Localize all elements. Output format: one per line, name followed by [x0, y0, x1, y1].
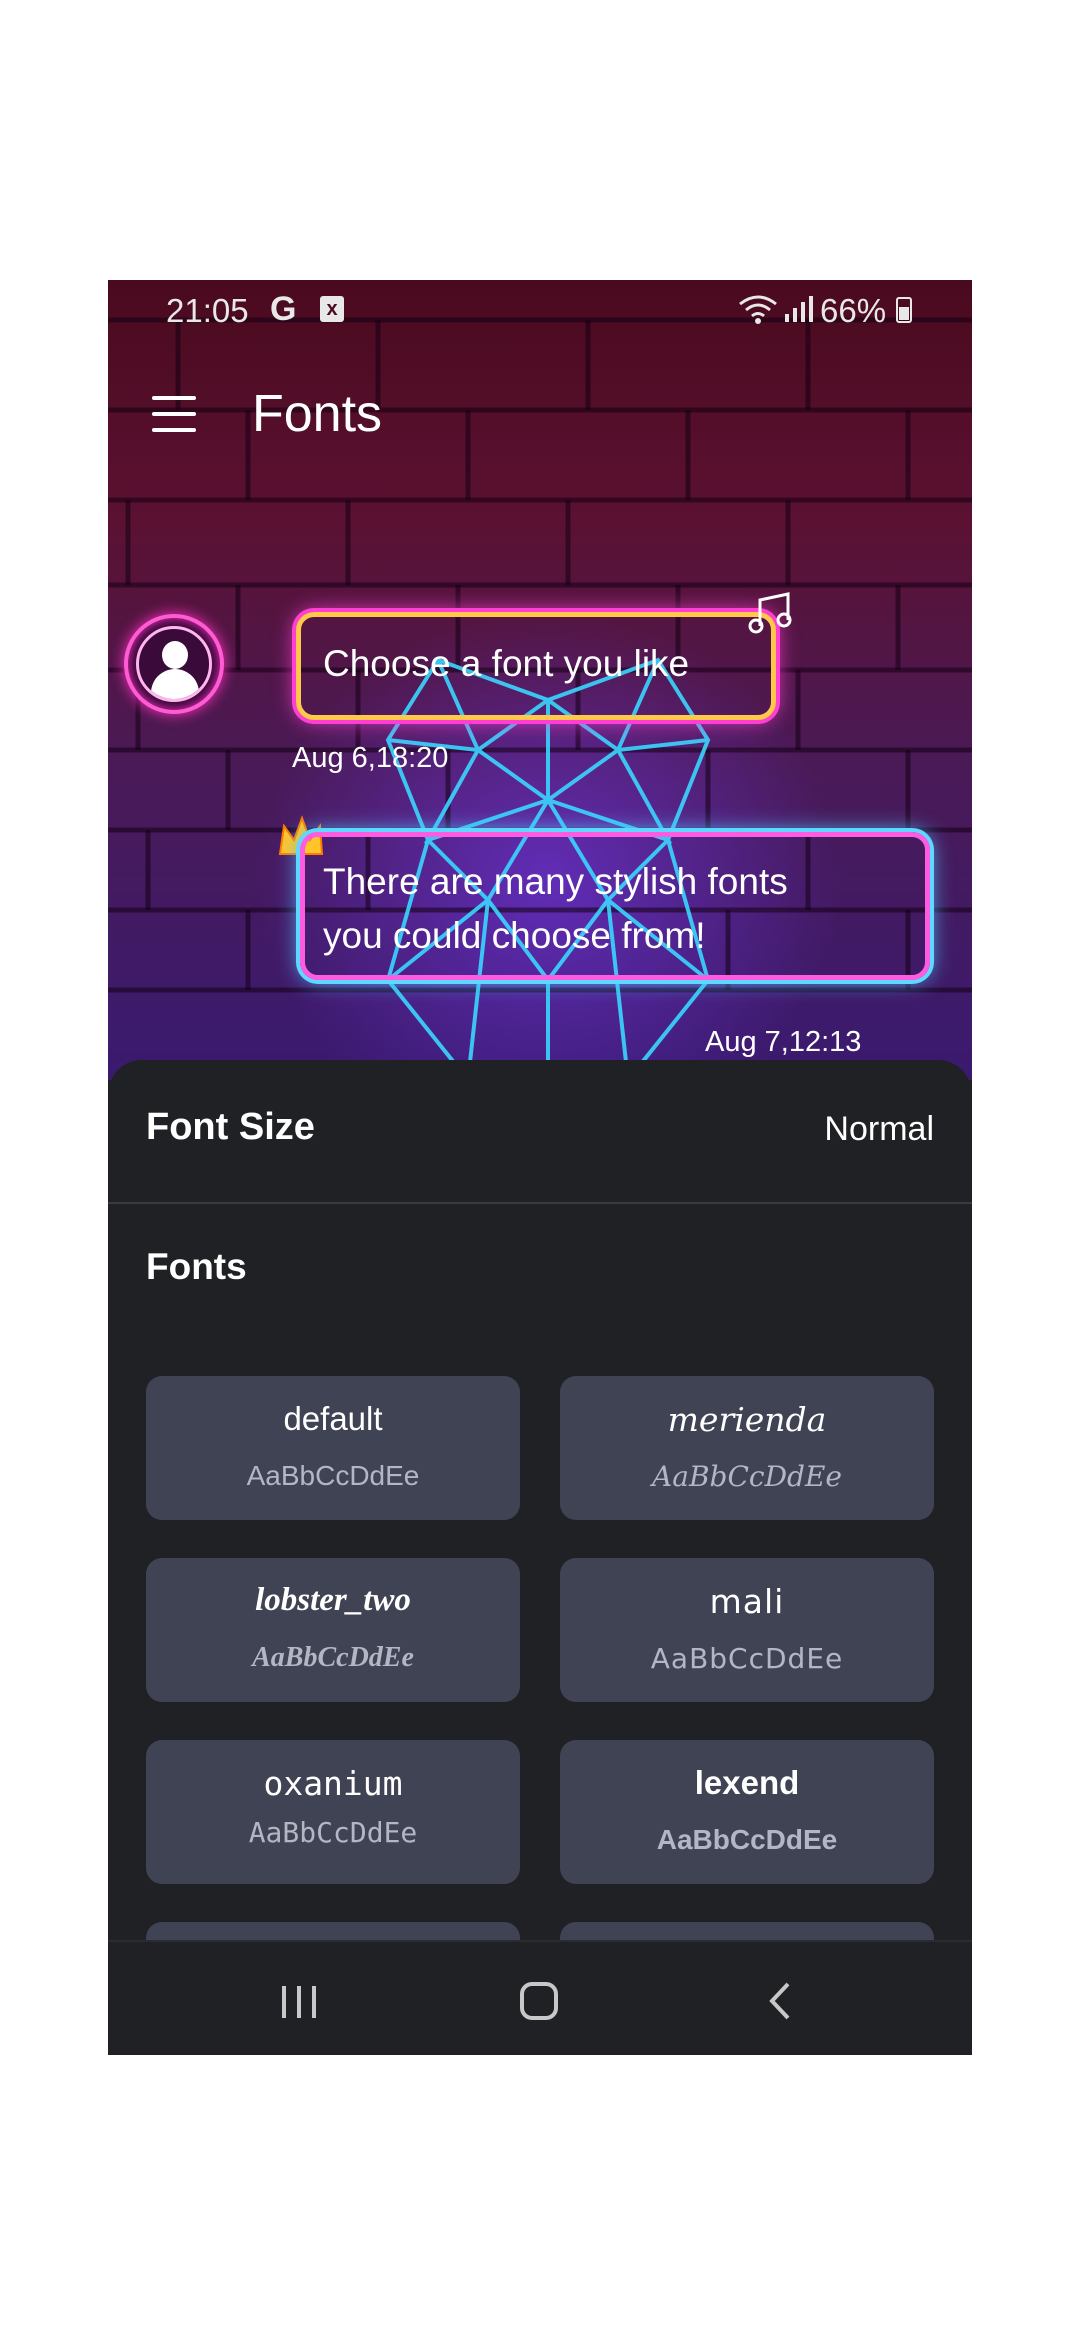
font-name: merienda	[667, 1400, 827, 1439]
incoming-message-text: Choose a font you like	[323, 643, 690, 684]
font-sample: AaBbCcDdEe	[248, 1816, 418, 1849]
font-size-label: Font Size	[146, 1106, 315, 1148]
outgoing-message-timestamp: Aug 7,12:13	[705, 1026, 862, 1058]
font-settings-sheet: Font Size Normal Fonts default AaBbCcDdE…	[108, 1060, 972, 2055]
status-bar: 21:05 G x 66%	[108, 280, 972, 340]
hamburger-menu-icon[interactable]	[152, 396, 196, 432]
outgoing-message-bubble: There are many stylish fonts you could c…	[300, 832, 930, 980]
font-size-row[interactable]: Font Size Normal	[108, 1060, 972, 1204]
outgoing-message-line-1: There are many stylish fonts	[323, 861, 788, 902]
notification-x-icon: x	[320, 296, 344, 322]
avatar	[124, 614, 224, 714]
font-tile-oxanium[interactable]: oxanium AaBbCcDdEe	[146, 1740, 520, 1884]
google-icon: G	[270, 290, 297, 328]
status-time: 21:05	[166, 292, 249, 329]
fonts-heading: Fonts	[146, 1246, 247, 1287]
incoming-message-bubble: Choose a font you like	[296, 612, 776, 720]
wifi-icon	[739, 295, 777, 324]
incoming-message-timestamp: Aug 6,18:20	[292, 742, 449, 774]
font-name: default	[283, 1400, 383, 1437]
font-size-value[interactable]: Normal	[824, 1110, 934, 1149]
person-icon	[136, 626, 212, 702]
battery-charging-icon	[896, 297, 912, 323]
font-sample: AaBbCcDdEe	[650, 1642, 844, 1675]
music-note-icon	[748, 592, 792, 634]
outgoing-message-line-2: you could choose from!	[323, 915, 706, 956]
font-name: lexend	[694, 1764, 800, 1801]
signal-icon	[785, 296, 813, 322]
font-name: mali	[709, 1582, 785, 1621]
page-title: Fonts	[252, 385, 383, 443]
font-sample: AaBbCcDdEe	[246, 1460, 420, 1491]
font-name: oxanium	[263, 1764, 403, 1803]
font-tile-merienda[interactable]: merienda AaBbCcDdEe	[560, 1376, 934, 1520]
system-nav-bar	[108, 1940, 972, 2055]
font-sample: AaBbCcDdEe	[652, 1460, 842, 1493]
home-icon[interactable]	[510, 1976, 570, 2026]
font-sample: AaBbCcDdEe	[252, 1642, 414, 1673]
font-tile-mali[interactable]: mali AaBbCcDdEe	[560, 1558, 934, 1702]
back-icon[interactable]	[752, 1976, 812, 2026]
font-name: lobster_two	[255, 1582, 411, 1618]
phone-screen: 21:05 G x 66% Fonts Choose a font you li…	[108, 280, 972, 2055]
battery-percent: 66%	[820, 292, 887, 329]
font-tile-lexend[interactable]: lexend AaBbCcDdEe	[560, 1740, 934, 1884]
font-tile-default[interactable]: default AaBbCcDdEe	[146, 1376, 520, 1520]
recent-apps-icon[interactable]	[270, 1976, 330, 2026]
font-tile-lobster-two[interactable]: lobster_two AaBbCcDdEe	[146, 1558, 520, 1702]
theme-preview: 21:05 G x 66% Fonts Choose a font you li…	[108, 280, 972, 1080]
font-sample: AaBbCcDdEe	[656, 1824, 838, 1855]
